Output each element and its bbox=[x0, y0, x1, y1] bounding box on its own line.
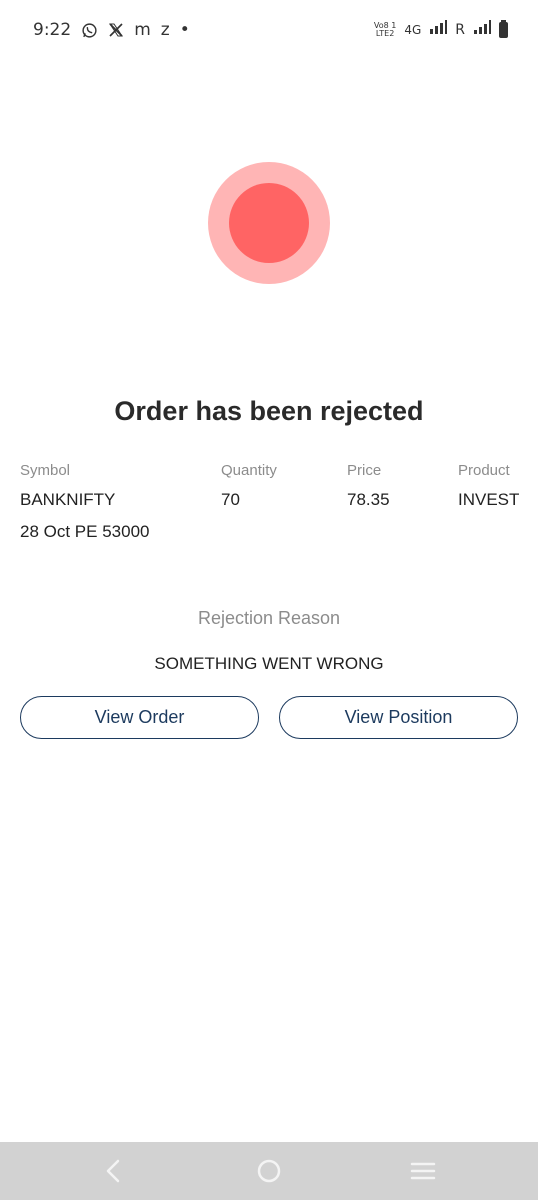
quantity-value: 70 bbox=[221, 490, 240, 509]
volte-indicator: Vo8 1 LTE2 bbox=[374, 21, 396, 38]
view-order-button[interactable]: View Order bbox=[20, 696, 259, 739]
roaming-indicator: R bbox=[455, 21, 465, 38]
price-value: 78.35 bbox=[347, 490, 390, 509]
z-icon: z bbox=[160, 20, 170, 40]
product-label: Product bbox=[458, 462, 510, 479]
navigation-bar bbox=[0, 1142, 538, 1200]
price-label: Price bbox=[347, 462, 382, 479]
battery-icon bbox=[499, 19, 508, 38]
symbol-detail: 28 Oct PE 53000 bbox=[20, 522, 150, 541]
home-icon[interactable] bbox=[252, 1142, 286, 1200]
symbol-value: BANKNIFTY bbox=[20, 490, 116, 509]
page-title: Order has been rejected bbox=[114, 396, 424, 426]
status-bar: 9:22 m z • Vo8 1 LTE2 4G R bbox=[0, 0, 538, 62]
network-type: 4G bbox=[404, 22, 422, 37]
view-position-button[interactable]: View Position bbox=[279, 696, 518, 739]
signal-icon bbox=[429, 20, 448, 39]
rejection-reason-label: Rejection Reason bbox=[197, 608, 341, 628]
status-right: Vo8 1 LTE2 4G R bbox=[374, 19, 508, 39]
x-icon bbox=[108, 22, 124, 38]
symbol-label: Symbol bbox=[20, 462, 71, 479]
rejected-status-icon bbox=[208, 162, 330, 284]
volte-bottom: LTE2 bbox=[375, 28, 395, 38]
signal-icon-2 bbox=[473, 20, 491, 39]
quantity-label: Quantity bbox=[221, 462, 277, 479]
product-value: INVEST bbox=[458, 490, 520, 509]
m-icon: m bbox=[134, 20, 151, 40]
dot-icon: • bbox=[179, 20, 190, 40]
back-icon[interactable] bbox=[96, 1142, 130, 1200]
recents-icon[interactable] bbox=[406, 1142, 440, 1200]
rejected-status-dot bbox=[229, 183, 309, 263]
status-left: 9:22 m z • bbox=[33, 20, 190, 40]
status-time: 9:22 bbox=[33, 20, 72, 40]
whatsapp-icon bbox=[81, 22, 98, 39]
rejection-reason-value: SOMETHING WENT WRONG bbox=[154, 654, 384, 673]
